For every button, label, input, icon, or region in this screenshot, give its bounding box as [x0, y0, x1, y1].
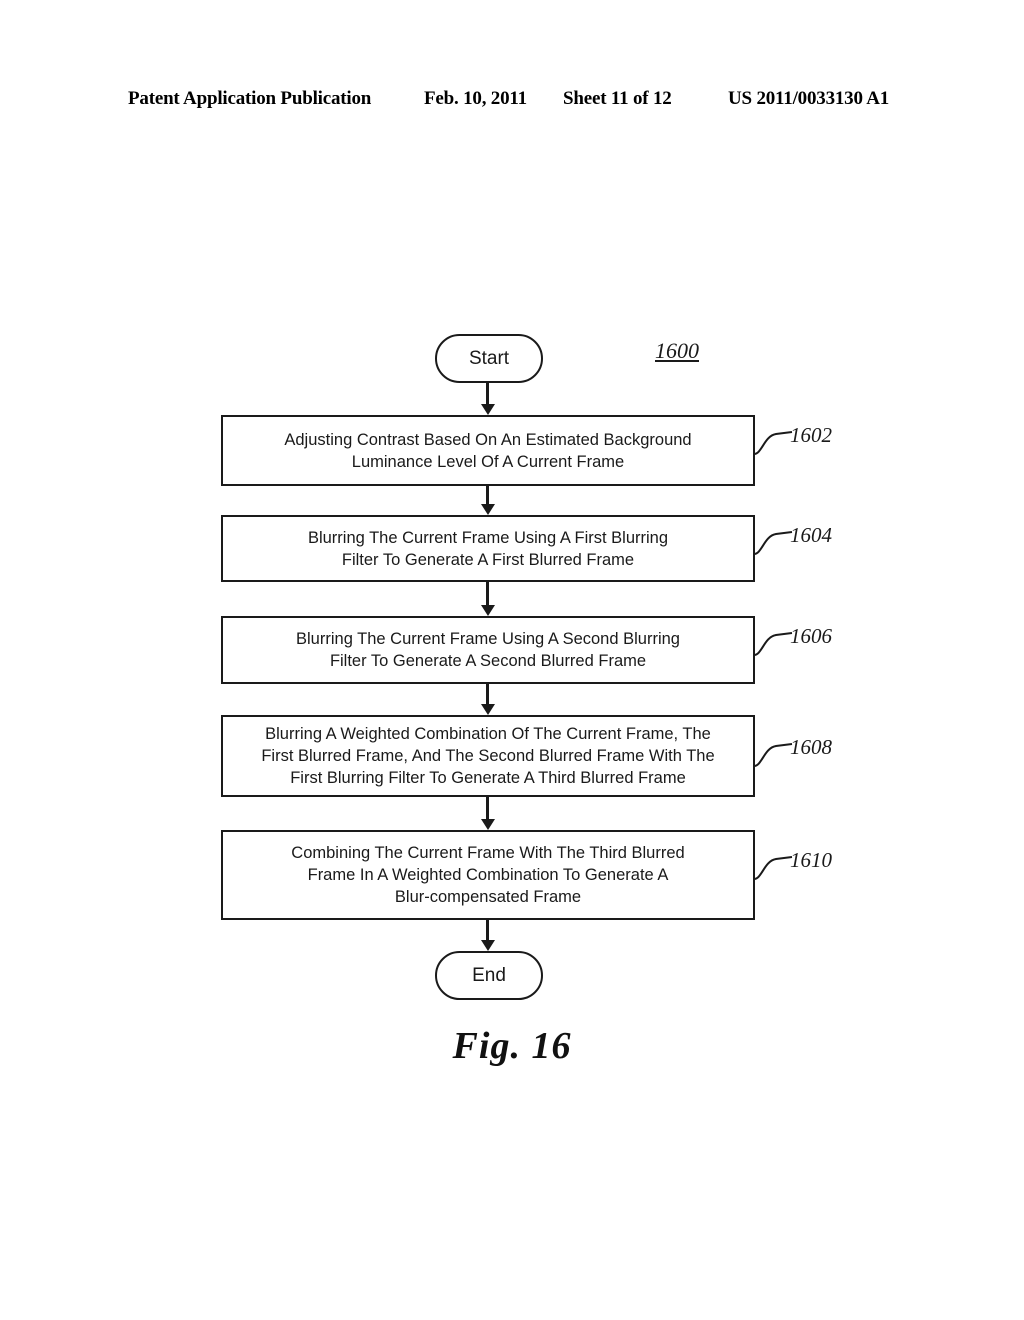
connector-arrow-1606-to-1608 — [480, 684, 495, 715]
process-box-1608-text: Blurring A Weighted Combination Of The C… — [261, 725, 715, 787]
start-node-label: Start — [468, 347, 510, 369]
reference-number-1606: 1606 — [790, 624, 832, 648]
connector-arrow-1604-to-1606 — [480, 582, 495, 616]
reference-number-1602: 1602 — [790, 423, 832, 447]
process-box-1604: Blurring The Current Frame Using A First… — [221, 515, 755, 582]
flowchart-end-node: End — [435, 951, 543, 1000]
process-box-1608: Blurring A Weighted Combination Of The C… — [221, 715, 755, 797]
reference-number-1608: 1608 — [790, 735, 832, 759]
connector-arrow-1602-to-1604 — [480, 486, 495, 515]
flowchart-diagram: 1600 Start Adjusting Contrast Based On A… — [0, 0, 1024, 1320]
process-box-1610-text: Combining The Current Frame With The Thi… — [291, 844, 685, 906]
connector-arrow-start-to-1602 — [480, 383, 495, 415]
process-box-1610: Combining The Current Frame With The Thi… — [221, 830, 755, 920]
process-box-1602: Adjusting Contrast Based On An Estimated… — [221, 415, 755, 486]
connector-arrow-1608-to-1610 — [480, 797, 495, 830]
process-box-1606-text: Blurring The Current Frame Using A Secon… — [296, 630, 680, 670]
process-box-1602-text: Adjusting Contrast Based On An Estimated… — [284, 430, 692, 471]
reference-number-1604: 1604 — [790, 523, 832, 547]
connector-arrow-1610-to-end — [480, 920, 495, 951]
diagram-reference-number: 1600 — [655, 338, 699, 363]
process-box-1606: Blurring The Current Frame Using A Secon… — [221, 616, 755, 684]
figure-caption: Fig. 16 — [452, 1025, 572, 1067]
end-node-label: End — [472, 964, 506, 986]
reference-number-1610: 1610 — [790, 848, 832, 872]
flowchart-start-node: Start — [435, 334, 543, 383]
process-box-1604-text: Blurring The Current Frame Using A First… — [307, 528, 669, 569]
